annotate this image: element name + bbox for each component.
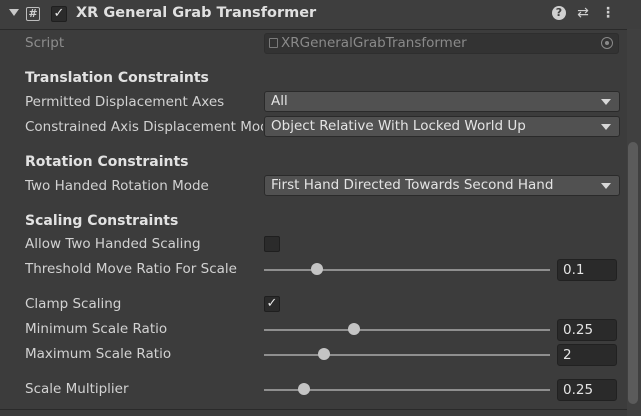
bottom-divider [0, 409, 627, 410]
constrained-mode-dropdown[interactable]: Object Relative With Locked World Up [264, 116, 620, 137]
kebab-menu-icon[interactable]: ⋮ [600, 4, 616, 22]
maximum-scale-ratio-label: Maximum Scale Ratio [25, 346, 172, 362]
maximum-scale-slider-track[interactable] [264, 354, 550, 356]
cs-script-icon [269, 38, 278, 48]
threshold-move-slider-thumb[interactable] [310, 263, 323, 275]
chevron-down-icon [601, 99, 611, 105]
script-object-field: XRGeneralGrabTransformer [264, 33, 619, 54]
two-handed-rotation-label: Two Handed Rotation Mode [25, 178, 209, 194]
minimum-scale-slider-track[interactable] [264, 329, 550, 331]
minimum-scale-field[interactable]: 0.25 [557, 319, 617, 341]
chevron-down-icon [601, 183, 611, 189]
component-enabled-checkbox[interactable]: ✓ [51, 6, 67, 22]
two-handed-rotation-value: First Hand Directed Towards Second Hand [271, 177, 554, 193]
foldout-arrow-icon[interactable] [9, 9, 19, 16]
preset-icon[interactable]: ⇄ [575, 4, 591, 22]
scale-multiplier-label: Scale Multiplier [25, 381, 129, 397]
minimum-scale-slider-thumb[interactable] [347, 323, 360, 335]
chevron-down-icon [601, 124, 611, 130]
scaling-constraints-header: Scaling Constraints [25, 213, 179, 229]
translation-constraints-header: Translation Constraints [25, 70, 209, 86]
permitted-axes-dropdown[interactable]: All [264, 91, 620, 112]
constrained-mode-label: Constrained Axis Displacement Mode [25, 119, 263, 135]
scale-multiplier-slider-thumb[interactable] [298, 383, 311, 395]
threshold-move-label: Threshold Move Ratio For Scale [25, 261, 237, 277]
allow-two-handed-scaling-checkbox[interactable] [264, 236, 280, 252]
maximum-scale-field[interactable]: 2 [557, 344, 617, 366]
two-handed-rotation-dropdown[interactable]: First Hand Directed Towards Second Hand [264, 175, 620, 196]
minimum-scale-ratio-label: Minimum Scale Ratio [25, 321, 168, 337]
allow-two-handed-scaling-label: Allow Two Handed Scaling [25, 236, 201, 252]
threshold-move-field[interactable]: 0.1 [557, 259, 617, 281]
object-picker-icon[interactable] [601, 37, 613, 49]
constrained-mode-value: Object Relative With Locked World Up [271, 118, 526, 134]
scrollbar-thumb[interactable] [628, 142, 638, 404]
script-icon: # [26, 7, 40, 21]
threshold-move-slider-track[interactable] [264, 269, 550, 271]
help-icon[interactable]: ? [552, 6, 566, 20]
script-label: Script [25, 35, 65, 51]
script-value: XRGeneralGrabTransformer [281, 35, 467, 51]
clamp-scaling-label: Clamp Scaling [25, 296, 122, 312]
scale-multiplier-field[interactable]: 0.25 [557, 379, 617, 401]
permitted-axes-label: Permitted Displacement Axes [25, 94, 225, 110]
maximum-scale-slider-thumb[interactable] [317, 348, 330, 360]
permitted-axes-value: All [271, 93, 288, 109]
component-title: XR General Grab Transformer [76, 5, 317, 21]
rotation-constraints-header: Rotation Constraints [25, 154, 189, 170]
clamp-scaling-checkbox[interactable]: ✓ [264, 296, 280, 312]
